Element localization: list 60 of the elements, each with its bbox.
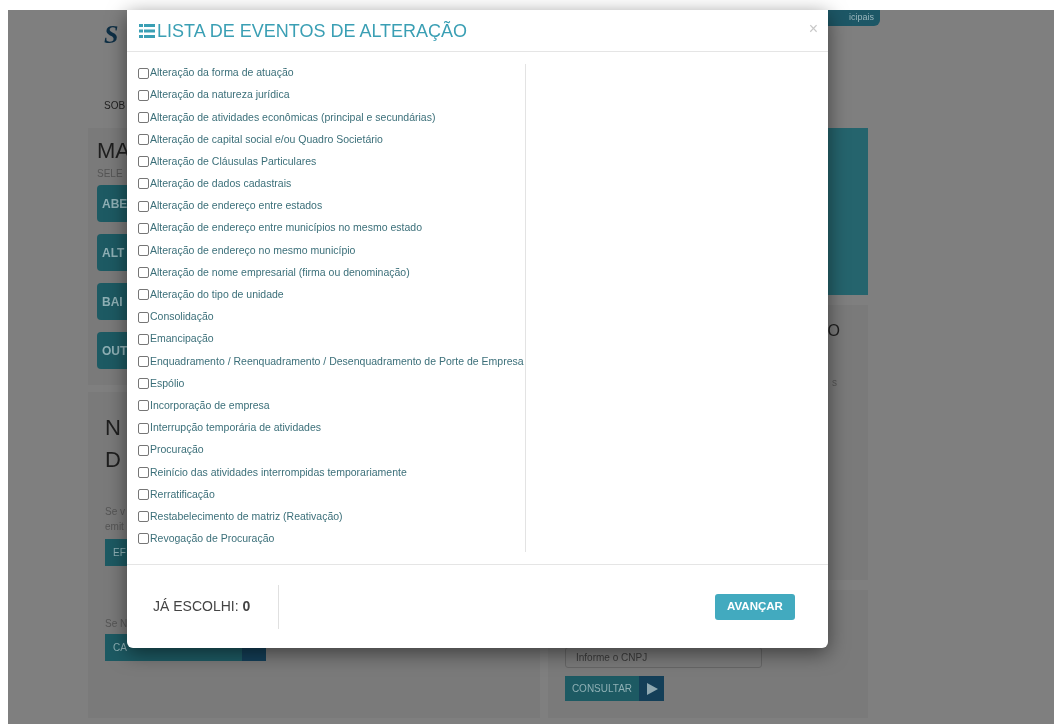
event-label[interactable]: Restabelecimento de matriz (Reativação) [150, 508, 343, 525]
menu-button[interactable]: ALT [97, 234, 128, 271]
event-label[interactable]: Alteração da natureza jurídica [150, 87, 290, 104]
chosen-count: JÁ ESCOLHI: 0 [153, 597, 251, 616]
checkbox[interactable] [138, 489, 149, 501]
checkbox[interactable] [138, 89, 149, 101]
event-label[interactable]: Alteração de endereço entre estados [150, 198, 323, 214]
checkbox[interactable] [138, 444, 149, 456]
play-icon [639, 676, 664, 701]
event-label[interactable]: Incorporação de empresa [150, 397, 270, 414]
event-label[interactable]: Enquadramento / Reenquadramento / Desenquadramento de Porte de Empresa [150, 353, 524, 370]
checkbox[interactable] [138, 378, 149, 390]
event-label[interactable]: Consolidação [150, 309, 214, 325]
checkbox[interactable] [138, 111, 149, 123]
event-label[interactable]: Rerratificação [150, 486, 215, 503]
logo: S [104, 22, 120, 48]
event-label[interactable]: Alteração de capital social e/ou Quadro Societário [150, 131, 383, 148]
menu-button[interactable]: ABE [97, 185, 128, 222]
checkbox[interactable] [138, 311, 149, 323]
checkbox[interactable] [138, 222, 149, 234]
checkbox[interactable] [138, 267, 149, 279]
checkbox[interactable] [138, 400, 149, 412]
event-label[interactable]: Emancipação [150, 331, 214, 348]
menu-button[interactable]: BAI [97, 283, 128, 320]
checkbox[interactable] [138, 333, 149, 345]
event-label[interactable]: Espólio [150, 375, 185, 392]
checkbox[interactable] [138, 355, 149, 367]
list-icon [139, 23, 155, 38]
event-label[interactable]: Procuração [150, 442, 204, 459]
menu-button[interactable]: OUT [97, 332, 128, 369]
event-label[interactable]: Interrupção temporária de atividades [150, 420, 321, 436]
card-text: O [827, 321, 840, 341]
consult-button[interactable]: CONSULTAR [565, 676, 639, 701]
checkbox[interactable] [138, 245, 149, 256]
event-label[interactable]: Alteração de dados cadastrais [150, 176, 292, 192]
event-label[interactable]: Alteração de Cláusulas Particulares [150, 153, 317, 170]
checkbox[interactable] [138, 200, 149, 212]
event-label[interactable]: Alteração da forma de atuação [150, 65, 294, 81]
checkbox[interactable] [138, 156, 149, 168]
nav-link[interactable]: SOB [104, 98, 126, 113]
checkbox[interactable] [138, 511, 149, 523]
event-label[interactable]: Alteração de atividades econômicas (principal e secundárias) [150, 109, 436, 126]
panel-title: MA [97, 140, 130, 162]
checkbox[interactable] [138, 289, 149, 301]
checkbox[interactable] [138, 466, 149, 478]
checkbox[interactable] [138, 533, 149, 545]
action-button[interactable]: EF [105, 539, 127, 566]
event-label[interactable]: Alteração de nome empresarial (firma ou denominação) [150, 264, 410, 281]
checkbox[interactable] [138, 67, 149, 79]
checkbox[interactable] [138, 422, 149, 434]
modal-title: LISTA DE EVENTOS DE ALTERAÇÃO [157, 21, 468, 40]
event-label[interactable]: Reinício das atividades interrompidas temporariamente [150, 464, 407, 481]
event-label[interactable]: Alteração do tipo de unidade [150, 287, 284, 303]
event-label[interactable]: Revogação de Procuração [150, 531, 275, 547]
checkbox[interactable] [138, 178, 149, 190]
card-title: N [105, 414, 121, 442]
event-label[interactable]: Alteração de endereço entre municípios no mesmo estado [150, 220, 422, 237]
card-title: D [105, 446, 121, 474]
checkbox[interactable] [138, 134, 149, 146]
event-label[interactable]: Alteração de endereço no mesmo município [150, 242, 356, 259]
